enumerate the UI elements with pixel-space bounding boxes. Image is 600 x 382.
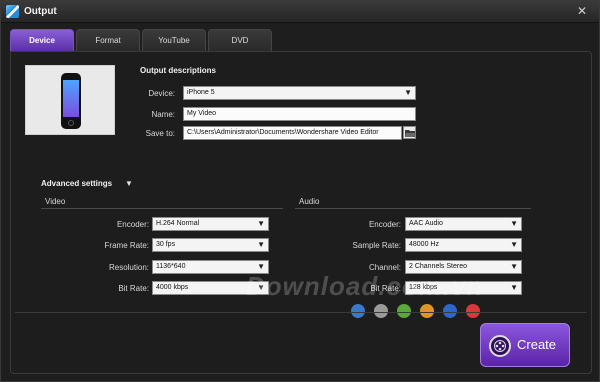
tab-device[interactable]: Device — [10, 29, 74, 51]
tab-youtube[interactable]: YouTube — [142, 29, 206, 51]
watermark-dot — [466, 304, 480, 318]
frame-rate-label: Frame Rate: — [104, 241, 149, 250]
phone-home-button — [68, 120, 74, 126]
chevron-down-icon: ▼ — [257, 219, 265, 228]
name-label: Name: — [151, 110, 175, 119]
save-path-input[interactable]: C:\Users\Administrator\Documents\Wonders… — [183, 126, 402, 140]
sample-rate-value: 48000 Hz — [409, 241, 439, 248]
phone-screen — [63, 80, 79, 117]
tab-dvd[interactable]: DVD — [208, 29, 272, 51]
chevron-down-icon: ▼ — [510, 219, 518, 228]
title-bar: Output ✕ — [1, 1, 599, 23]
film-icon — [489, 335, 511, 357]
window-title: Output — [24, 6, 57, 17]
chevron-down-icon: ▼ — [510, 262, 518, 271]
device-preview — [25, 65, 115, 135]
audio-encoder-value: AAC Audio — [409, 220, 443, 227]
advanced-settings-title: Advanced settings — [41, 179, 113, 188]
phone-icon — [61, 73, 81, 129]
audio-section-header: Audio — [299, 197, 320, 206]
device-select[interactable]: iPhone 5 ▼ — [183, 86, 416, 100]
name-input[interactable]: My Video — [183, 107, 416, 121]
channel-value: 2 Channels Stereo — [409, 263, 467, 270]
resolution-value: 1136*640 — [156, 263, 186, 270]
create-button[interactable]: Create — [480, 323, 570, 367]
video-bit-rate-value: 4000 kbps — [156, 284, 189, 291]
audio-section-divider — [295, 208, 531, 209]
watermark-dot — [420, 304, 434, 318]
audio-encoder-select[interactable]: AAC Audio ▼ — [405, 217, 522, 231]
chevron-down-icon: ▼ — [510, 283, 518, 292]
save-to-label: Save to: — [145, 129, 175, 138]
watermark-dot — [443, 304, 457, 318]
watermark-dot — [397, 304, 411, 318]
device-select-value: iPhone 5 — [187, 89, 215, 96]
chevron-down-icon: ▼ — [404, 88, 412, 97]
site-watermark: Download.com.vn — [246, 271, 484, 301]
device-label: Device: — [148, 89, 175, 98]
watermark-dot — [351, 304, 365, 318]
watermark-dot — [374, 304, 388, 318]
app-icon — [6, 5, 19, 18]
sample-rate-select[interactable]: 48000 Hz ▼ — [405, 238, 522, 252]
video-section-divider — [41, 208, 283, 209]
frame-rate-value: 30 fps — [156, 241, 176, 248]
tab-format[interactable]: Format — [76, 29, 140, 51]
chevron-down-icon: ▼ — [257, 240, 265, 249]
resolution-label: Resolution: — [108, 263, 149, 272]
close-button[interactable]: ✕ — [575, 4, 589, 18]
chevron-down-icon: ▼ — [510, 240, 518, 249]
output-window: Output ✕ Device Format YouTube DVD Outpu… — [0, 0, 600, 382]
create-button-label: Create — [517, 337, 557, 352]
video-encoder-label: Encoder: — [116, 220, 149, 229]
frame-rate-select[interactable]: 30 fps ▼ — [152, 238, 269, 252]
browse-folder-button[interactable] — [403, 126, 416, 139]
sample-rate-label: Sample Rate: — [352, 241, 401, 250]
video-encoder-select[interactable]: H.264 Normal ▼ — [152, 217, 269, 231]
output-descriptions-title: Output descriptions — [140, 66, 216, 75]
footer-divider — [15, 312, 587, 313]
advanced-settings-toggle[interactable]: ▼ — [125, 179, 133, 188]
audio-encoder-label: Encoder: — [368, 220, 401, 229]
video-encoder-value: H.264 Normal — [156, 220, 200, 227]
video-section-header: Video — [45, 197, 66, 206]
video-bit-rate-label: Bit Rate: — [118, 284, 149, 293]
folder-icon — [405, 130, 416, 137]
